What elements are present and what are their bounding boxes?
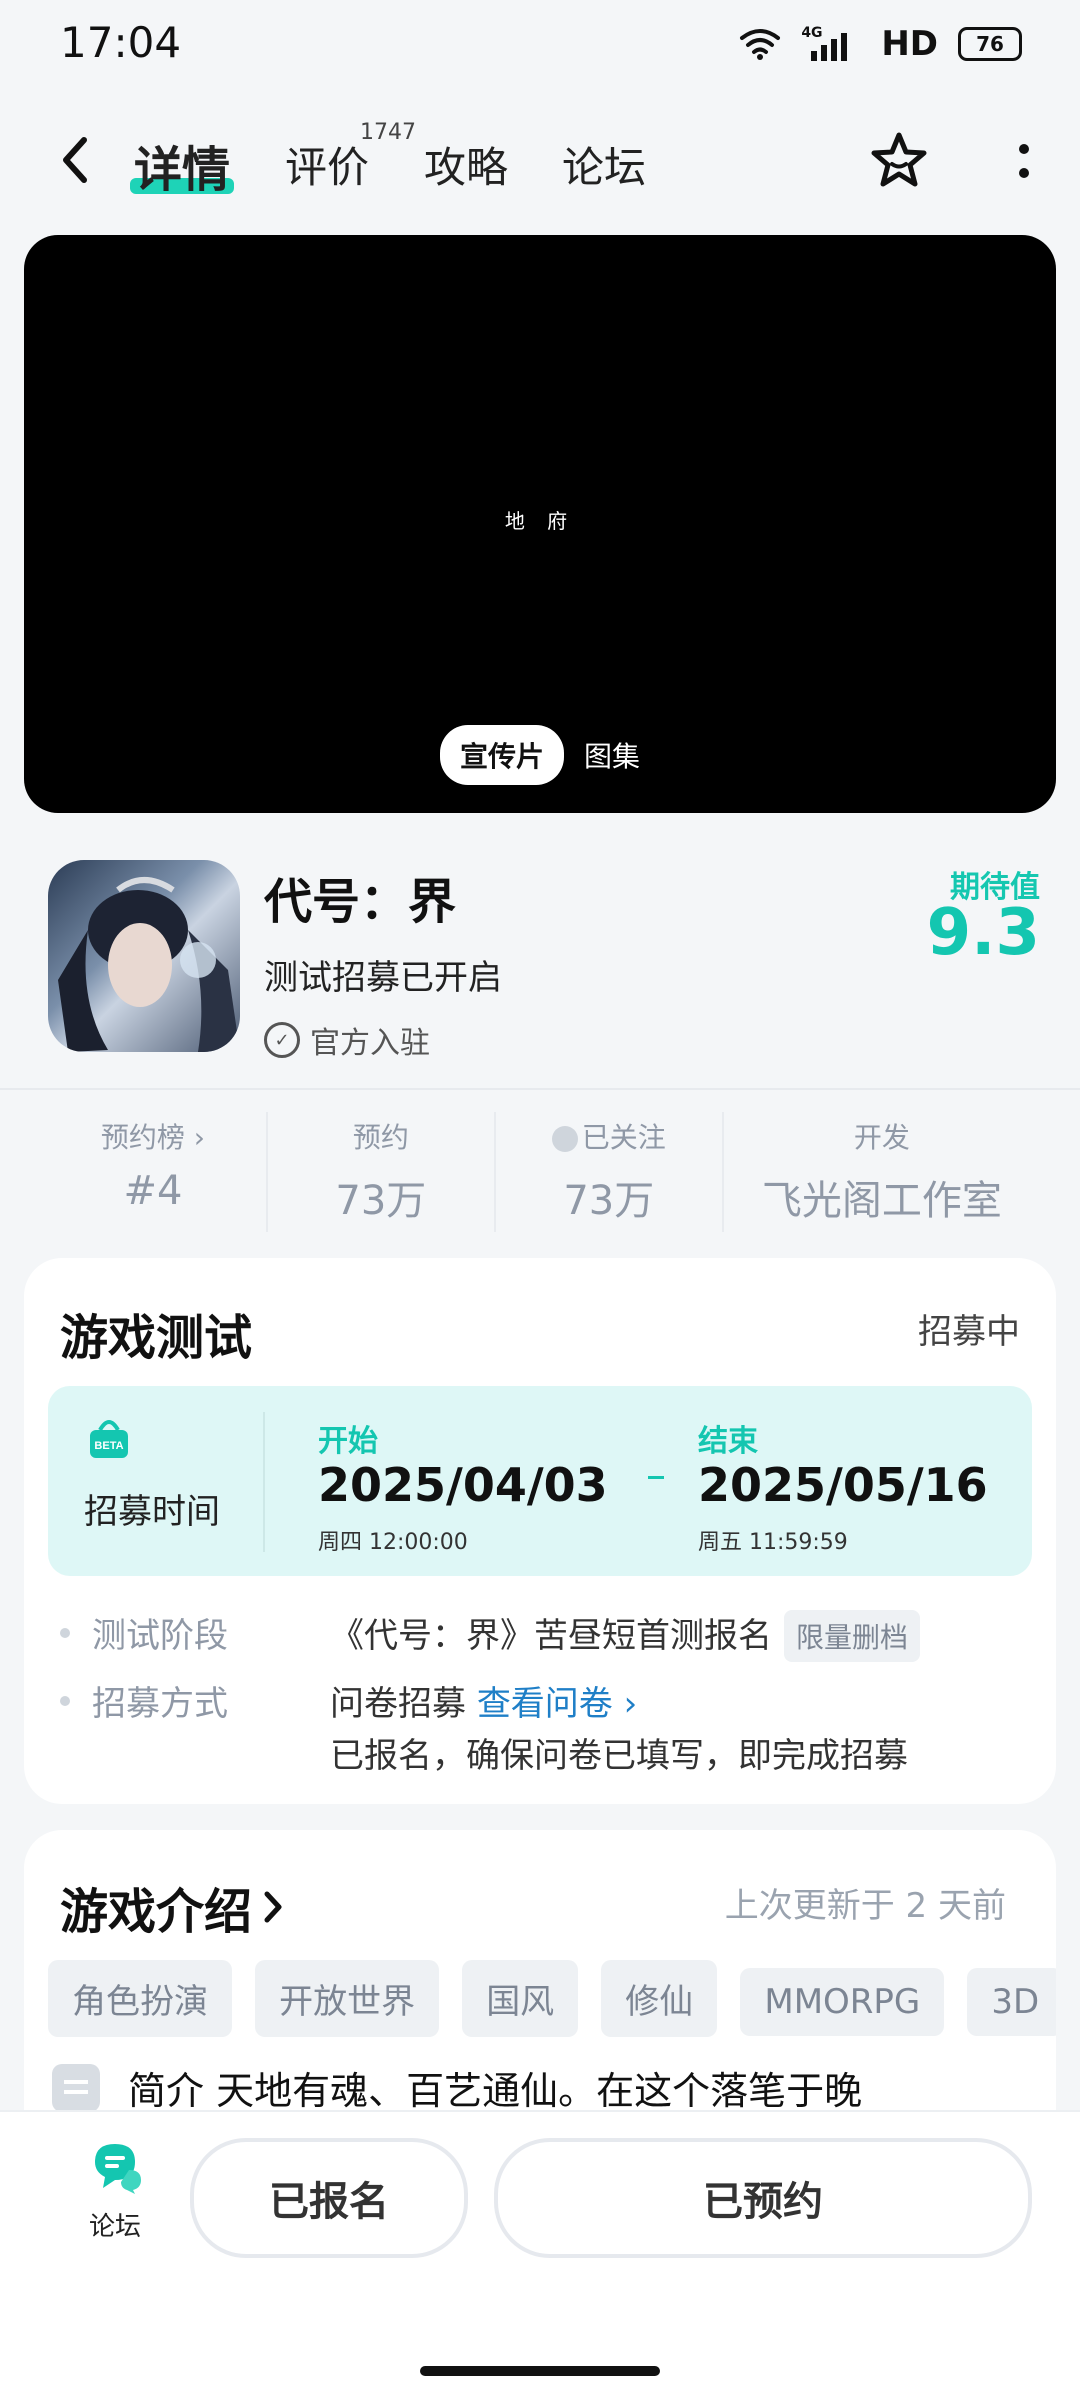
signed-up-button[interactable]: 已报名 xyxy=(190,2138,468,2258)
screen: 17:04 4G HD 76 详情 评价 1747 攻略 论坛 地 府 宣传片 … xyxy=(0,0,1080,2400)
battery-icon: 76 xyxy=(958,27,1022,61)
genre-tag[interactable]: 修仙 xyxy=(601,1960,718,2037)
reserved-button[interactable]: 已预约 xyxy=(494,2138,1032,2258)
expect-score: 9.3 xyxy=(926,896,1040,970)
chat-bubble-icon xyxy=(85,2136,145,2196)
stat-label: 预约榜 › xyxy=(100,1121,205,1154)
game-icon[interactable] xyxy=(48,860,240,1052)
status-bar: 17:04 4G HD 76 xyxy=(0,0,1080,90)
star-icon xyxy=(871,132,927,187)
tab-forum[interactable]: 论坛 xyxy=(562,134,646,195)
promo-video[interactable]: 地 府 宣传片 图集 xyxy=(24,235,1056,813)
more-dot xyxy=(1019,144,1029,154)
status-icons: 4G HD 76 xyxy=(739,24,1022,64)
test-stage-value: 《代号：界》苦昼短首测报名 限量删档 xyxy=(330,1608,921,1662)
chevron-right-icon xyxy=(264,1891,282,1923)
stat-value: 73万 xyxy=(563,1178,655,1224)
card-title: 游戏测试 xyxy=(60,1310,253,1366)
tab-trailer[interactable]: 宣传片 xyxy=(439,725,564,785)
recruit-note: 已报名，确保问卷已填写，即完成招募 xyxy=(330,1736,908,1776)
intro-summary[interactable]: 简介 天地有魂、百艺通仙。在这个落笔于晚 xyxy=(52,2060,862,2115)
end-label: 结束 xyxy=(698,1424,758,1459)
document-icon xyxy=(52,2063,100,2112)
hd-label: HD xyxy=(881,24,938,64)
stats-row: 预约榜 › #4 预约 73万 已关注 73万 开发 飞光阁工作室 xyxy=(40,1112,1040,1232)
end-time: 周五 11:59:59 xyxy=(698,1530,848,1555)
game-title: 代号：界 xyxy=(264,874,457,930)
tab-gallery[interactable]: 图集 xyxy=(584,735,640,775)
test-stage-label: 测试阶段 xyxy=(60,1608,228,1657)
genre-tags: 角色扮演 开放世界 国风 修仙 MMORPG 3D xyxy=(48,1960,1056,2037)
recruit-method-label: 招募方式 xyxy=(60,1676,228,1725)
stat-label: 已关注 xyxy=(496,1116,722,1156)
start-date: 2025/04/03 xyxy=(318,1458,608,1512)
tab-guides[interactable]: 攻略 xyxy=(424,134,508,195)
tab-reviews[interactable]: 评价 xyxy=(285,134,369,195)
stat-value: 飞光阁工作室 xyxy=(761,1178,1002,1224)
back-button[interactable] xyxy=(55,130,95,190)
limited-tag: 限量删档 xyxy=(784,1610,921,1662)
stat-value: #4 xyxy=(123,1168,183,1214)
forum-label: 论坛 xyxy=(88,2212,141,2242)
stat-developer[interactable]: 开发 飞光阁工作室 xyxy=(724,1112,1040,1232)
stat-value: 73万 xyxy=(335,1178,427,1224)
svg-text:BETA: BETA xyxy=(94,1440,123,1452)
more-dot xyxy=(1019,168,1029,178)
heart-icon xyxy=(551,1126,578,1152)
timebox-divider xyxy=(263,1412,265,1552)
divider xyxy=(0,1088,1080,1090)
date-separator xyxy=(648,1476,664,1479)
video-title: 地 府 xyxy=(504,509,576,533)
end-date: 2025/05/16 xyxy=(698,1458,988,1512)
check-circle-icon: ✓ xyxy=(264,1022,300,1058)
character-portrait xyxy=(58,877,240,1052)
forum-button[interactable]: 论坛 xyxy=(70,2136,160,2243)
recruit-status: 招募中 xyxy=(918,1312,1020,1352)
signal-icon: 4G xyxy=(801,25,861,61)
start-label: 开始 xyxy=(318,1424,378,1459)
home-indicator[interactable] xyxy=(420,2366,660,2376)
game-subtitle: 测试招募已开启 xyxy=(264,958,502,998)
genre-tag[interactable]: 3D xyxy=(967,1968,1056,2036)
top-nav: 详情 评价 1747 攻略 论坛 xyxy=(0,120,1080,220)
status-time: 17:04 xyxy=(60,18,182,67)
recruit-time-label: 招募时间 xyxy=(84,1492,220,1532)
genre-tag[interactable]: 开放世界 xyxy=(255,1960,440,2037)
stat-label: 开发 xyxy=(853,1121,910,1154)
genre-tag[interactable]: MMORPG xyxy=(740,1968,945,2036)
wifi-icon xyxy=(740,29,781,60)
update-time: 上次更新于 2 天前 xyxy=(724,1886,1006,1926)
stat-followers[interactable]: 已关注 73万 xyxy=(496,1112,724,1232)
recruit-timebox: BETA 招募时间 开始 2025/04/03 周四 12:00:00 结束 2… xyxy=(48,1386,1032,1576)
stat-reserve: 预约 73万 xyxy=(268,1112,496,1232)
stat-reserve-rank[interactable]: 预约榜 › #4 xyxy=(40,1112,268,1232)
bullet xyxy=(60,1627,70,1638)
genre-tag[interactable]: 角色扮演 xyxy=(48,1960,232,2037)
chevron-left-icon xyxy=(63,137,87,183)
beta-icon: BETA xyxy=(86,1416,132,1462)
tab-details[interactable]: 详情 xyxy=(134,130,230,200)
stat-label: 预约 xyxy=(352,1121,409,1154)
bottom-bar: 论坛 已报名 已预约 xyxy=(0,2110,1080,2400)
official-label: ✓ 官方入驻 xyxy=(264,1018,430,1062)
bullet xyxy=(60,1695,70,1706)
genre-tag[interactable]: 国风 xyxy=(462,1960,579,2037)
recruit-method-value: 问卷招募 查看问卷 › xyxy=(330,1684,638,1724)
view-survey-link[interactable]: 查看问卷 › xyxy=(477,1684,637,1724)
favorite-button[interactable] xyxy=(868,130,930,192)
game-test-card: 游戏测试 招募中 BETA 招募时间 开始 2025/04/03 周四 12:0… xyxy=(24,1258,1056,1804)
intro-title-button[interactable]: 游戏介绍 xyxy=(60,1872,284,1942)
more-button[interactable] xyxy=(1008,130,1040,192)
start-time: 周四 12:00:00 xyxy=(318,1530,468,1555)
media-tabs: 宣传片 图集 xyxy=(24,725,1056,785)
review-count-badge: 1747 xyxy=(360,120,416,145)
